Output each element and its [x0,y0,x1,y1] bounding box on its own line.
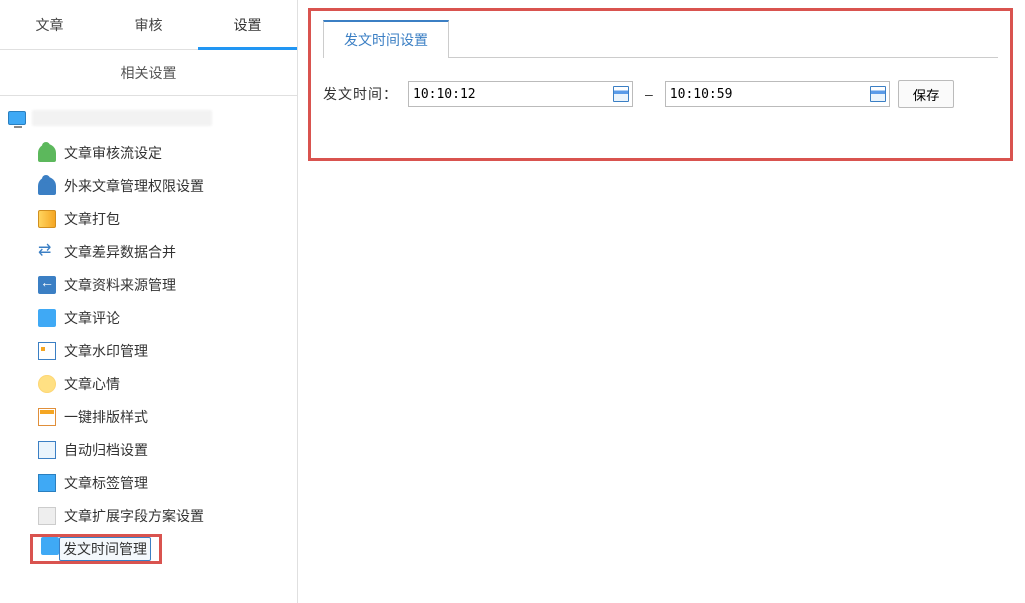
publish-time-label: 发文时间： [323,84,398,104]
range-dash: – [641,86,657,102]
sidebar-item-10[interactable]: 文章标签管理 [38,466,297,499]
sidebar-item-9[interactable]: 自动归档设置 [38,433,297,466]
tab-settings[interactable]: 设置 [198,0,297,50]
sidebar-item-label: 文章审核流设定 [64,143,162,163]
sidebar-item-label: 一键排版样式 [64,407,148,427]
sidebar-item-label: 发文时间管理 [59,537,151,561]
highlight-box: 发文时间管理 [30,534,162,564]
sidebar-item-8[interactable]: 一键排版样式 [38,400,297,433]
sidebar-item-label: 文章差异数据合并 [64,242,176,262]
sidebar-item-11[interactable]: 文章扩展字段方案设置 [38,499,297,532]
sidebar-tabs: 文章 审核 设置 [0,0,297,50]
watermark-icon [38,342,56,360]
sidebar-item-label: 自动归档设置 [64,440,148,460]
time-start-input[interactable] [408,81,633,107]
sidebar-item-1[interactable]: 外来文章管理权限设置 [38,169,297,202]
archive-icon [38,441,56,459]
tab-review[interactable]: 审核 [99,0,198,50]
sidebar-item-label: 文章标签管理 [64,473,148,493]
nav-tree: 文章审核流设定外来文章管理权限设置文章打包文章差异数据合并文章资料来源管理文章评… [0,96,297,565]
sidebar-item-7[interactable]: 文章心情 [38,367,297,400]
sidebar-item-label: 文章水印管理 [64,341,148,361]
user-blue-icon [38,177,56,195]
sync-icon [38,243,56,261]
sidebar-item-label: 文章打包 [64,209,120,229]
sidebar-item-label: 文章评论 [64,308,120,328]
sidebar-item-label: 文章心情 [64,374,120,394]
sidebar-item-0[interactable]: 文章审核流设定 [38,136,297,169]
tree-root-label-obscured [32,110,212,126]
sidebar-item-label: 外来文章管理权限设置 [64,176,204,196]
monitor-icon [8,111,26,125]
sidebar-item-3[interactable]: 文章差异数据合并 [38,235,297,268]
highlight-frame: 发文时间设置 发文时间： – 保存 [308,8,1013,161]
ext-icon [38,507,56,525]
panel-tab-publish-time[interactable]: 发文时间设置 [323,20,449,58]
panel-tabs: 发文时间设置 [323,20,998,58]
calendar-icon[interactable] [613,86,629,102]
pack-icon [38,210,56,228]
sidebar-item-4[interactable]: 文章资料来源管理 [38,268,297,301]
user-green-icon [38,144,56,162]
sidebar-item-6[interactable]: 文章水印管理 [38,334,297,367]
keyboard-icon [38,309,56,327]
sidebar-item-12[interactable]: 发文时间管理 [38,532,297,565]
sidebar-item-label: 文章扩展字段方案设置 [64,506,204,526]
calendar-icon[interactable] [870,86,886,102]
publish-time-row: 发文时间： – 保存 [323,80,998,108]
mood-icon [38,375,56,393]
sidebar-item-2[interactable]: 文章打包 [38,202,297,235]
save-button[interactable]: 保存 [898,80,955,108]
tag-icon [38,474,56,492]
tab-article[interactable]: 文章 [0,0,99,50]
section-title: 相关设置 [0,50,297,96]
back-icon [38,276,56,294]
layout-icon [38,408,56,426]
sidebar-item-label: 文章资料来源管理 [64,275,176,295]
main-panel: 发文时间设置 发文时间： – 保存 [298,0,1025,603]
sidebar-item-5[interactable]: 文章评论 [38,301,297,334]
time-icon [41,537,59,555]
tree-root[interactable] [8,106,297,136]
sidebar: 文章 审核 设置 相关设置 文章审核流设定外来文章管理权限设置文章打包文章差异数… [0,0,298,603]
time-end-input[interactable] [665,81,890,107]
